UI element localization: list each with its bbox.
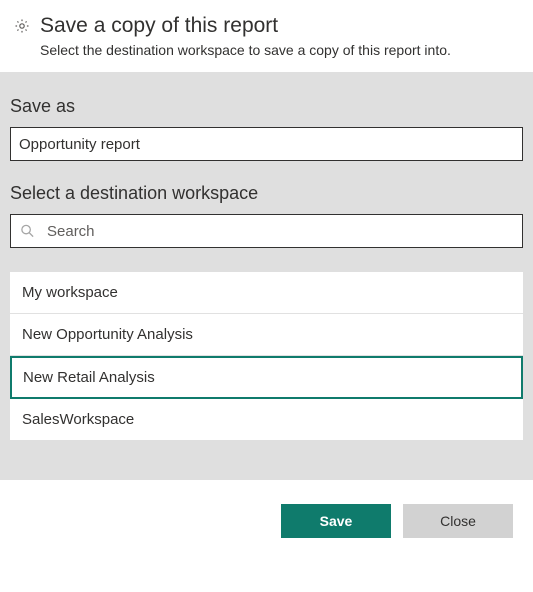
form-area: Save as Select a destination workspace M… (0, 72, 533, 480)
workspace-item-salesworkspace[interactable]: SalesWorkspace (10, 399, 523, 440)
save-as-label: Save as (10, 96, 523, 117)
dialog-footer: Save Close (0, 480, 533, 562)
save-as-input[interactable] (10, 127, 523, 161)
search-icon (20, 224, 35, 239)
workspace-label: Select a destination workspace (10, 183, 523, 204)
search-wrapper (10, 214, 523, 248)
dialog-title: Save a copy of this report (40, 14, 517, 38)
close-button[interactable]: Close (403, 504, 513, 538)
dialog-subtitle: Select the destination workspace to save… (40, 42, 517, 58)
dialog-header: Save a copy of this report Select the de… (0, 0, 533, 72)
gear-icon (14, 18, 30, 34)
workspace-item-my-workspace[interactable]: My workspace (10, 272, 523, 314)
workspace-item-new-retail[interactable]: New Retail Analysis (10, 356, 523, 399)
save-button[interactable]: Save (281, 504, 391, 538)
search-input[interactable] (10, 214, 523, 248)
workspace-item-new-opportunity[interactable]: New Opportunity Analysis (10, 314, 523, 356)
workspace-list: My workspace New Opportunity Analysis Ne… (10, 272, 523, 440)
